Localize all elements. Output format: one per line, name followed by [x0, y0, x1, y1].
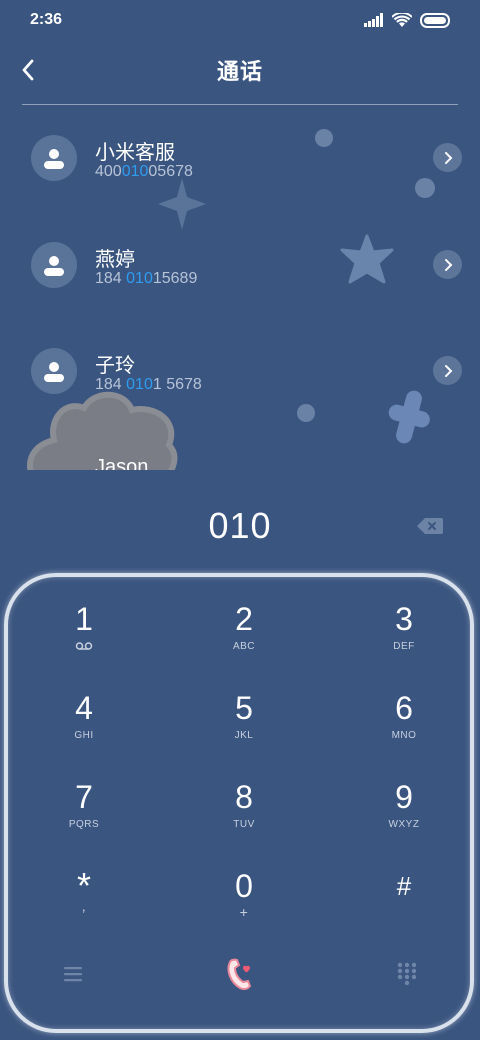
key-letters: TUV	[233, 819, 255, 830]
dialpad-icon	[397, 962, 417, 986]
key-digit: #	[396, 871, 412, 901]
dialpad-toggle-button[interactable]	[396, 960, 418, 993]
contact-item[interactable]: Jason	[0, 426, 480, 470]
menu-icon	[64, 967, 82, 982]
person-icon	[44, 362, 64, 382]
page-title: 通话	[216, 59, 263, 84]
key-5[interactable]: 5 JKL	[189, 690, 299, 760]
contact-name: 子玲	[95, 355, 135, 377]
key-digit: 2	[235, 601, 253, 637]
details-button[interactable]	[433, 250, 462, 279]
status-icons	[364, 12, 452, 28]
key-digit: 6	[395, 690, 413, 726]
call-button[interactable]	[222, 956, 258, 997]
chevron-left-icon	[22, 59, 34, 81]
menu-button[interactable]	[62, 960, 84, 993]
key-letters: ABC	[232, 641, 256, 652]
key-digit: 7	[75, 779, 93, 815]
contact-name: 小米客服	[95, 142, 175, 164]
key-letters: DEF	[393, 641, 415, 652]
back-button[interactable]	[16, 56, 44, 84]
matched-digits: 010	[121, 163, 149, 180]
key-9[interactable]: 9 WXYZ	[349, 779, 459, 849]
key-letters: PQRS	[68, 819, 100, 830]
key-0[interactable]: 0 +	[189, 868, 299, 938]
contact-number: 184 01015689	[95, 270, 198, 287]
contact-item[interactable]: 燕婷 184 01015689	[0, 213, 480, 303]
chevron-right-icon	[444, 258, 452, 271]
person-icon	[44, 256, 64, 276]
divider	[22, 104, 458, 105]
key-6[interactable]: 6 MNO	[349, 690, 459, 760]
key-7[interactable]: 7 PQRS	[29, 779, 139, 849]
chevron-right-icon	[444, 151, 452, 164]
phone-call-icon	[227, 958, 252, 991]
key-letters: MNO	[391, 730, 417, 741]
wifi-icon	[392, 12, 412, 27]
contact-number: 40001005678	[95, 163, 193, 180]
key-digit: 0	[235, 868, 253, 904]
details-button[interactable]	[433, 143, 462, 172]
key-digit: 5	[235, 690, 253, 726]
key-1[interactable]: 1	[29, 601, 139, 671]
key-digit: 1	[75, 601, 93, 637]
key-digit: 9	[395, 779, 413, 815]
status-time: 2:36	[30, 11, 63, 28]
contact-item[interactable]: 子玲 184 0101 5678	[0, 319, 480, 409]
key-4[interactable]: 4 GHI	[29, 690, 139, 760]
backspace-icon	[417, 518, 443, 534]
key-8[interactable]: 8 TUV	[189, 779, 299, 849]
key-letters: ,	[81, 898, 87, 914]
person-icon	[44, 149, 64, 169]
key-letters: +	[239, 904, 249, 920]
contact-name: Jason	[95, 456, 149, 470]
key-letters: WXYZ	[388, 819, 420, 830]
key-hash[interactable]: #	[349, 868, 459, 938]
status-bar: 2:36	[0, 0, 480, 40]
dial-input[interactable]: 010	[0, 505, 480, 547]
battery-icon	[420, 12, 450, 28]
key-digit: 4	[75, 690, 93, 726]
details-button[interactable]	[433, 356, 462, 385]
key-digit: 3	[395, 601, 413, 637]
backspace-button[interactable]	[416, 516, 444, 536]
avatar	[31, 135, 77, 181]
contact-name: 燕婷	[95, 249, 135, 271]
key-2[interactable]: 2 ABC	[189, 601, 299, 671]
avatar	[31, 242, 77, 288]
contact-list: 小米客服 40001005678 燕婷 184 01015689 子玲 184 …	[0, 106, 480, 470]
voicemail-icon	[75, 642, 93, 650]
contact-item[interactable]: 小米客服 40001005678	[0, 106, 480, 196]
key-star[interactable]: * ,	[29, 868, 139, 938]
contact-number: 184 0101 5678	[95, 376, 202, 393]
avatar	[31, 348, 77, 394]
signal-icon	[364, 13, 383, 27]
header: 通话	[0, 44, 480, 96]
key-3[interactable]: 3 DEF	[349, 601, 459, 671]
matched-digits: 010	[126, 270, 153, 287]
key-digit: 8	[235, 779, 253, 815]
matched-digits: 010	[126, 376, 153, 393]
chevron-right-icon	[444, 364, 452, 377]
key-letters: JKL	[234, 730, 254, 741]
key-letters: GHI	[74, 730, 94, 741]
